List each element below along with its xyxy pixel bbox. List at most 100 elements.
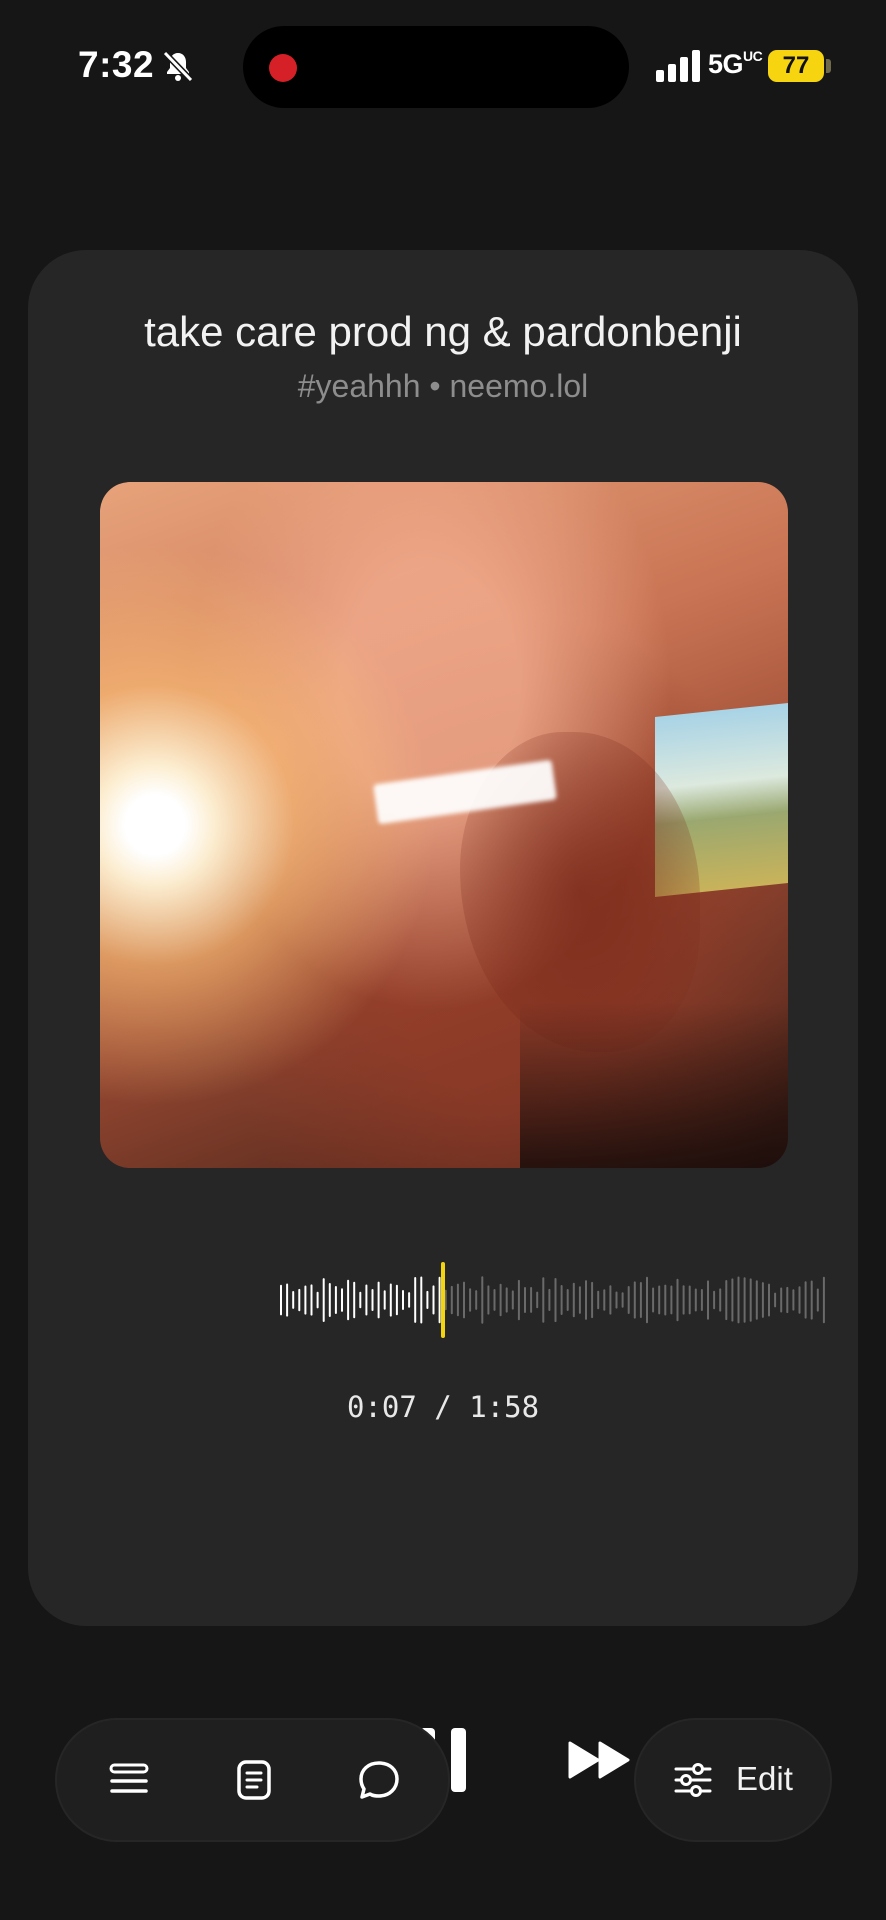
- battery-level: 77: [768, 50, 824, 82]
- waveform-bar: [700, 1289, 703, 1311]
- waveform-bar: [395, 1284, 398, 1316]
- artwork-shadow: [520, 1002, 788, 1168]
- queue-button[interactable]: [79, 1720, 179, 1840]
- track-subtitle: #yeahhh • neemo.lol: [297, 368, 589, 404]
- waveform-bar: [804, 1281, 807, 1319]
- waveform-bar: [761, 1282, 764, 1318]
- waveform-bar: [359, 1291, 362, 1309]
- waveform-bar: [347, 1279, 350, 1321]
- waveform-bar: [572, 1282, 575, 1318]
- waveform-bar: [505, 1287, 508, 1313]
- waveform-bar: [755, 1280, 758, 1320]
- fast-forward-button[interactable]: [557, 1718, 641, 1802]
- elapsed-time: 0:07: [346, 1390, 417, 1424]
- waveform-bar: [603, 1289, 606, 1311]
- waveform-scrubber[interactable]: [28, 1260, 858, 1340]
- waveform-bar: [786, 1286, 789, 1314]
- waveform-bar: [731, 1278, 734, 1322]
- waveform-bar: [292, 1291, 295, 1309]
- waveform-bar: [414, 1277, 417, 1323]
- waveform-bar: [725, 1280, 728, 1321]
- waveform-bar: [810, 1280, 813, 1320]
- waveform-bar: [585, 1280, 587, 1320]
- waveform-bar: [450, 1285, 453, 1315]
- bottom-actions-group: [55, 1718, 450, 1842]
- track-title: take care prod ng & pardonbenji: [144, 308, 742, 355]
- lyrics-button[interactable]: [204, 1720, 304, 1840]
- album-artwork: [100, 482, 788, 1168]
- waveform-bar: [737, 1276, 740, 1324]
- waveform-bar: [658, 1285, 661, 1315]
- waveform-bar: [542, 1277, 545, 1323]
- waveform-bar: [597, 1290, 600, 1310]
- cellular-signal-icon: [656, 50, 700, 82]
- waveform-bar: [286, 1283, 289, 1317]
- waveform-bar: [792, 1289, 795, 1311]
- waveform-bar: [304, 1285, 307, 1315]
- waveform-bar: [743, 1277, 746, 1323]
- waveform-bar: [676, 1278, 679, 1322]
- waveform-bar: [310, 1284, 313, 1316]
- waveform-bar: [383, 1290, 386, 1310]
- comments-button[interactable]: [329, 1720, 429, 1840]
- waveform-bar: [682, 1285, 685, 1315]
- waveform-bar: [469, 1288, 472, 1312]
- dynamic-island: [243, 26, 629, 108]
- edit-button[interactable]: Edit: [634, 1718, 832, 1842]
- waveform-bar: [694, 1288, 697, 1312]
- waveform-bar: [554, 1278, 557, 1323]
- waveform-bar: [536, 1291, 539, 1309]
- waveform-bar: [481, 1276, 484, 1324]
- waveform-bar: [487, 1285, 490, 1315]
- lyrics-icon: [237, 1760, 271, 1800]
- waveform-bar: [768, 1283, 770, 1317]
- waveform-bar: [322, 1278, 325, 1322]
- playback-time: 0:07 / 1:58: [28, 1390, 858, 1424]
- network-type: 5GUC: [708, 48, 763, 79]
- waveform-bar: [377, 1281, 380, 1319]
- waveform-bar: [633, 1281, 636, 1319]
- waveform-bar: [280, 1284, 282, 1316]
- total-duration: 1:58: [469, 1390, 540, 1424]
- waveform-bar: [798, 1286, 801, 1314]
- playhead[interactable]: [441, 1262, 445, 1338]
- waveform-bar: [816, 1288, 819, 1312]
- waveform-bar: [627, 1286, 630, 1314]
- waveform-bar: [456, 1283, 459, 1317]
- sliders-icon: [674, 1763, 712, 1797]
- waveform-bar: [389, 1283, 392, 1317]
- waveform-bar: [334, 1286, 337, 1314]
- waveform-bar: [426, 1290, 429, 1309]
- queue-icon: [109, 1763, 149, 1793]
- edit-label: Edit: [736, 1760, 793, 1797]
- status-bar: 7:32 5GUC 77: [0, 0, 886, 130]
- waveform-bar: [517, 1279, 520, 1321]
- waveform-bar: [615, 1291, 618, 1309]
- waveform-bar: [719, 1288, 722, 1312]
- waveform-bar: [670, 1285, 673, 1315]
- waveform-bar: [639, 1282, 642, 1318]
- waveform-bar: [341, 1288, 343, 1312]
- waveform-bar: [591, 1281, 594, 1319]
- waveform-bar: [402, 1290, 404, 1310]
- time-separator: /: [416, 1390, 470, 1424]
- waveform-bar: [371, 1289, 374, 1311]
- waveform-bar: [524, 1287, 526, 1313]
- fast-forward-icon: [568, 1741, 630, 1779]
- waveform-bar: [664, 1284, 667, 1316]
- waveform-bar: [353, 1281, 356, 1319]
- waveform-bar: [420, 1276, 423, 1324]
- status-time: 7:32: [78, 44, 155, 85]
- waveform-bar: [408, 1292, 411, 1308]
- waveform-bar: [566, 1289, 569, 1311]
- waveform-bar: [774, 1292, 777, 1308]
- waveform-bar: [822, 1276, 825, 1324]
- waveform-bar: [749, 1278, 752, 1322]
- waveform-bar: [548, 1288, 551, 1311]
- player-card: take care prod ng & pardonbenji #yeahhh …: [28, 250, 858, 1792]
- waveform-bar: [578, 1286, 581, 1314]
- waveform-bar: [560, 1285, 563, 1315]
- waveform-bar: [475, 1290, 478, 1310]
- recording-indicator-icon: [269, 54, 297, 82]
- waveform-bar: [609, 1285, 612, 1315]
